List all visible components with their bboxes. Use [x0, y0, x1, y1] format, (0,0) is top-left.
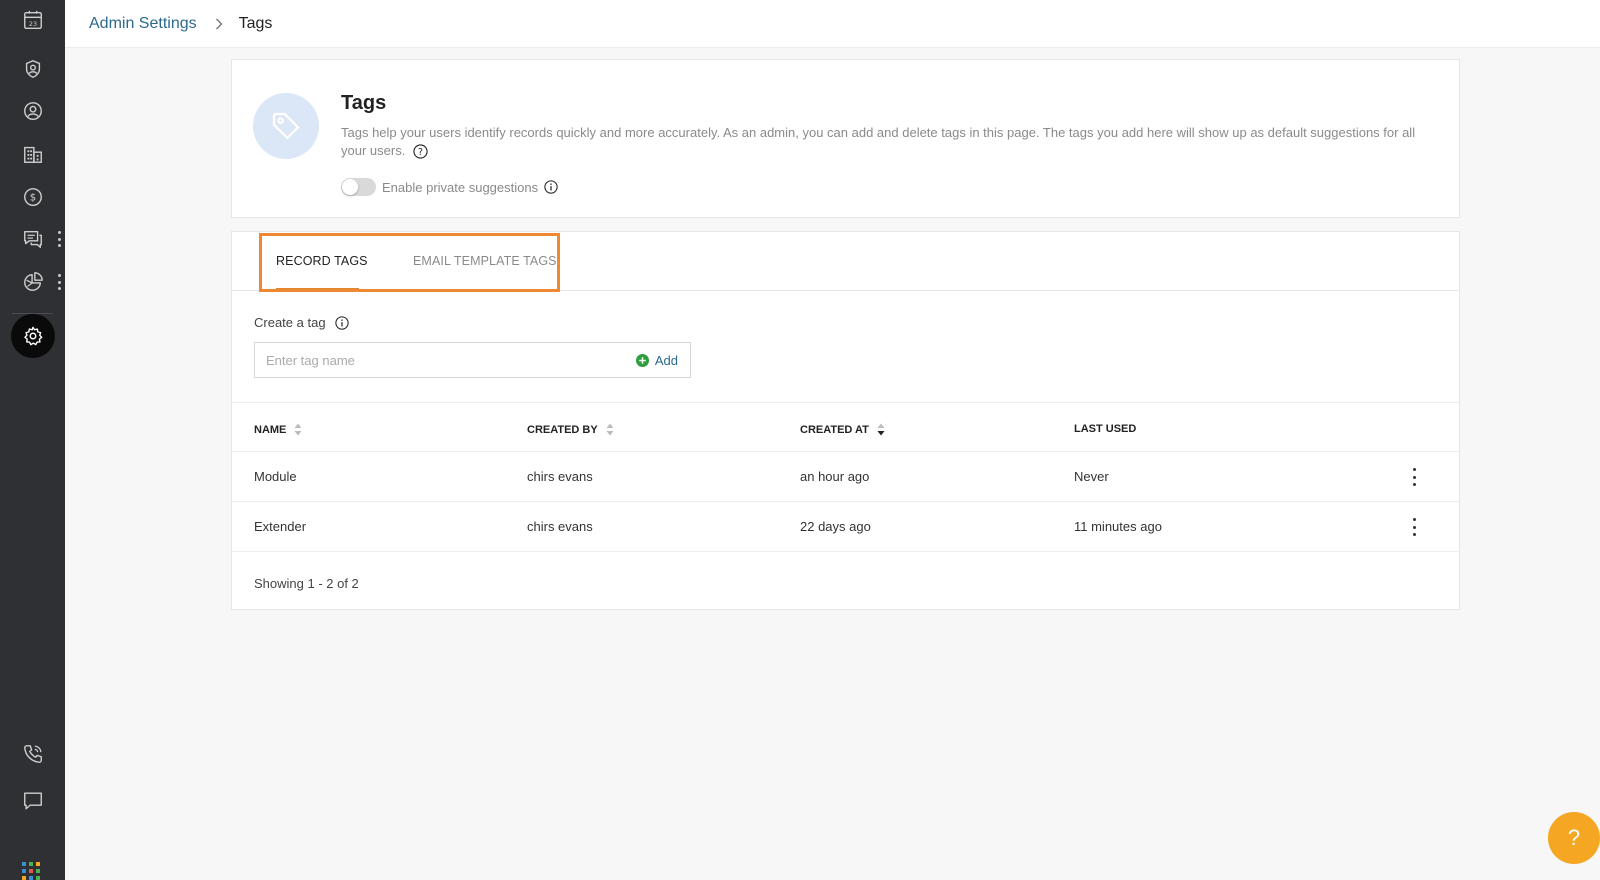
breadcrumb-admin-settings[interactable]: Admin Settings [89, 15, 197, 33]
dollar-icon: $ [23, 188, 42, 206]
nav-calendar[interactable]: 23 [0, 0, 65, 40]
sidebar: 23 $ [0, 0, 65, 880]
tag-icon [272, 112, 300, 140]
divider [232, 551, 1459, 552]
add-tag-label: Add [654, 352, 678, 368]
help-button-label: ? [1567, 825, 1581, 850]
tags-intro-card: Tags Tags help your users identify recor… [231, 59, 1460, 218]
pagination-summary: Showing 1 - 2 of 2 [254, 576, 359, 591]
svg-text:$: $ [29, 193, 35, 204]
info-icon[interactable] [544, 180, 558, 194]
nav-deals[interactable]: $ [0, 177, 65, 217]
created-by-cell: chirs evans [527, 469, 593, 484]
add-tag-button[interactable]: Add [635, 352, 678, 368]
private-suggestions-label: Enable private suggestions [382, 179, 539, 195]
created-by-cell: chirs evans [527, 519, 593, 534]
breadcrumb: Admin Settings Tags [65, 0, 1600, 48]
tags-main-card: RECORD TAGS EMAIL TEMPLATE TAGS Create a… [231, 231, 1460, 610]
chevron-right-icon [215, 18, 223, 30]
tag-avatar [253, 93, 319, 159]
create-tag-label: Create a tag [254, 315, 326, 330]
breadcrumb-current: Tags [238, 14, 273, 32]
conversations-more-handle[interactable] [57, 231, 61, 247]
column-header-created-at[interactable]: CREATED AT [800, 423, 885, 436]
phone-icon [23, 745, 42, 763]
tag-name-cell: Module [254, 469, 297, 484]
calendar-icon: 23 [23, 10, 42, 29]
sort-icon [294, 423, 302, 436]
gear-icon [23, 326, 42, 346]
tag-name-cell: Extender [254, 519, 307, 534]
tabs-highlight-box [259, 233, 560, 292]
last-used-cell: 11 minutes ago [1074, 519, 1162, 534]
intro-description: Tags help your users identify records qu… [341, 124, 1416, 160]
pie-chart-icon [23, 272, 43, 291]
intro-description-text: Tags help your users identify records qu… [341, 125, 1416, 158]
column-header-created-by[interactable]: CREATED BY [527, 423, 614, 436]
calendar-date: 23 [28, 20, 36, 28]
created-at-cell: 22 days ago [800, 519, 871, 534]
nav-phone[interactable] [0, 734, 65, 774]
tabs-bar: RECORD TAGS EMAIL TEMPLATE TAGS [232, 232, 1459, 292]
sort-desc-icon [877, 423, 885, 436]
svg-text:?: ? [418, 147, 423, 158]
row-more-menu-icon[interactable] [1409, 468, 1419, 486]
create-tag-info-icon[interactable] [334, 315, 349, 330]
row-more-menu-icon[interactable] [1409, 518, 1419, 536]
apps-grid-icon[interactable] [22, 862, 44, 880]
contact-icon [25, 60, 40, 78]
create-tag-label-row: Create a tag [254, 315, 349, 330]
help-button[interactable]: ? [1548, 812, 1600, 864]
nav-messages[interactable] [0, 781, 65, 821]
tag-input-wrapper: Add [254, 342, 691, 378]
column-header-name[interactable]: NAME [254, 423, 302, 436]
nav-contacts[interactable] [0, 49, 65, 89]
nav-accounts[interactable] [0, 91, 65, 131]
divider [232, 451, 1459, 452]
divider [232, 402, 1459, 403]
message-icon [23, 792, 42, 810]
created-at-cell: an hour ago [800, 469, 870, 484]
private-suggestions-row: Enable private suggestions [341, 178, 558, 196]
tag-name-input[interactable] [255, 343, 636, 377]
private-suggestions-toggle[interactable] [341, 178, 376, 196]
divider [232, 501, 1459, 502]
nav-companies[interactable] [0, 134, 65, 174]
user-icon [23, 102, 42, 120]
nav-reports[interactable] [0, 262, 65, 302]
column-header-last-used: LAST USED [1074, 423, 1137, 435]
page-title: Tags [341, 92, 387, 114]
question-circle-icon[interactable]: ? [413, 144, 428, 159]
nav-conversations[interactable] [0, 219, 65, 259]
settings-active-indicator [10, 314, 55, 358]
chat-icon [23, 230, 42, 248]
plus-circle-icon [635, 353, 649, 367]
sort-icon [606, 423, 614, 436]
last-used-cell: Never [1074, 469, 1109, 484]
building-icon [23, 146, 42, 163]
reports-more-handle[interactable] [57, 274, 61, 290]
nav-settings[interactable] [0, 314, 65, 358]
